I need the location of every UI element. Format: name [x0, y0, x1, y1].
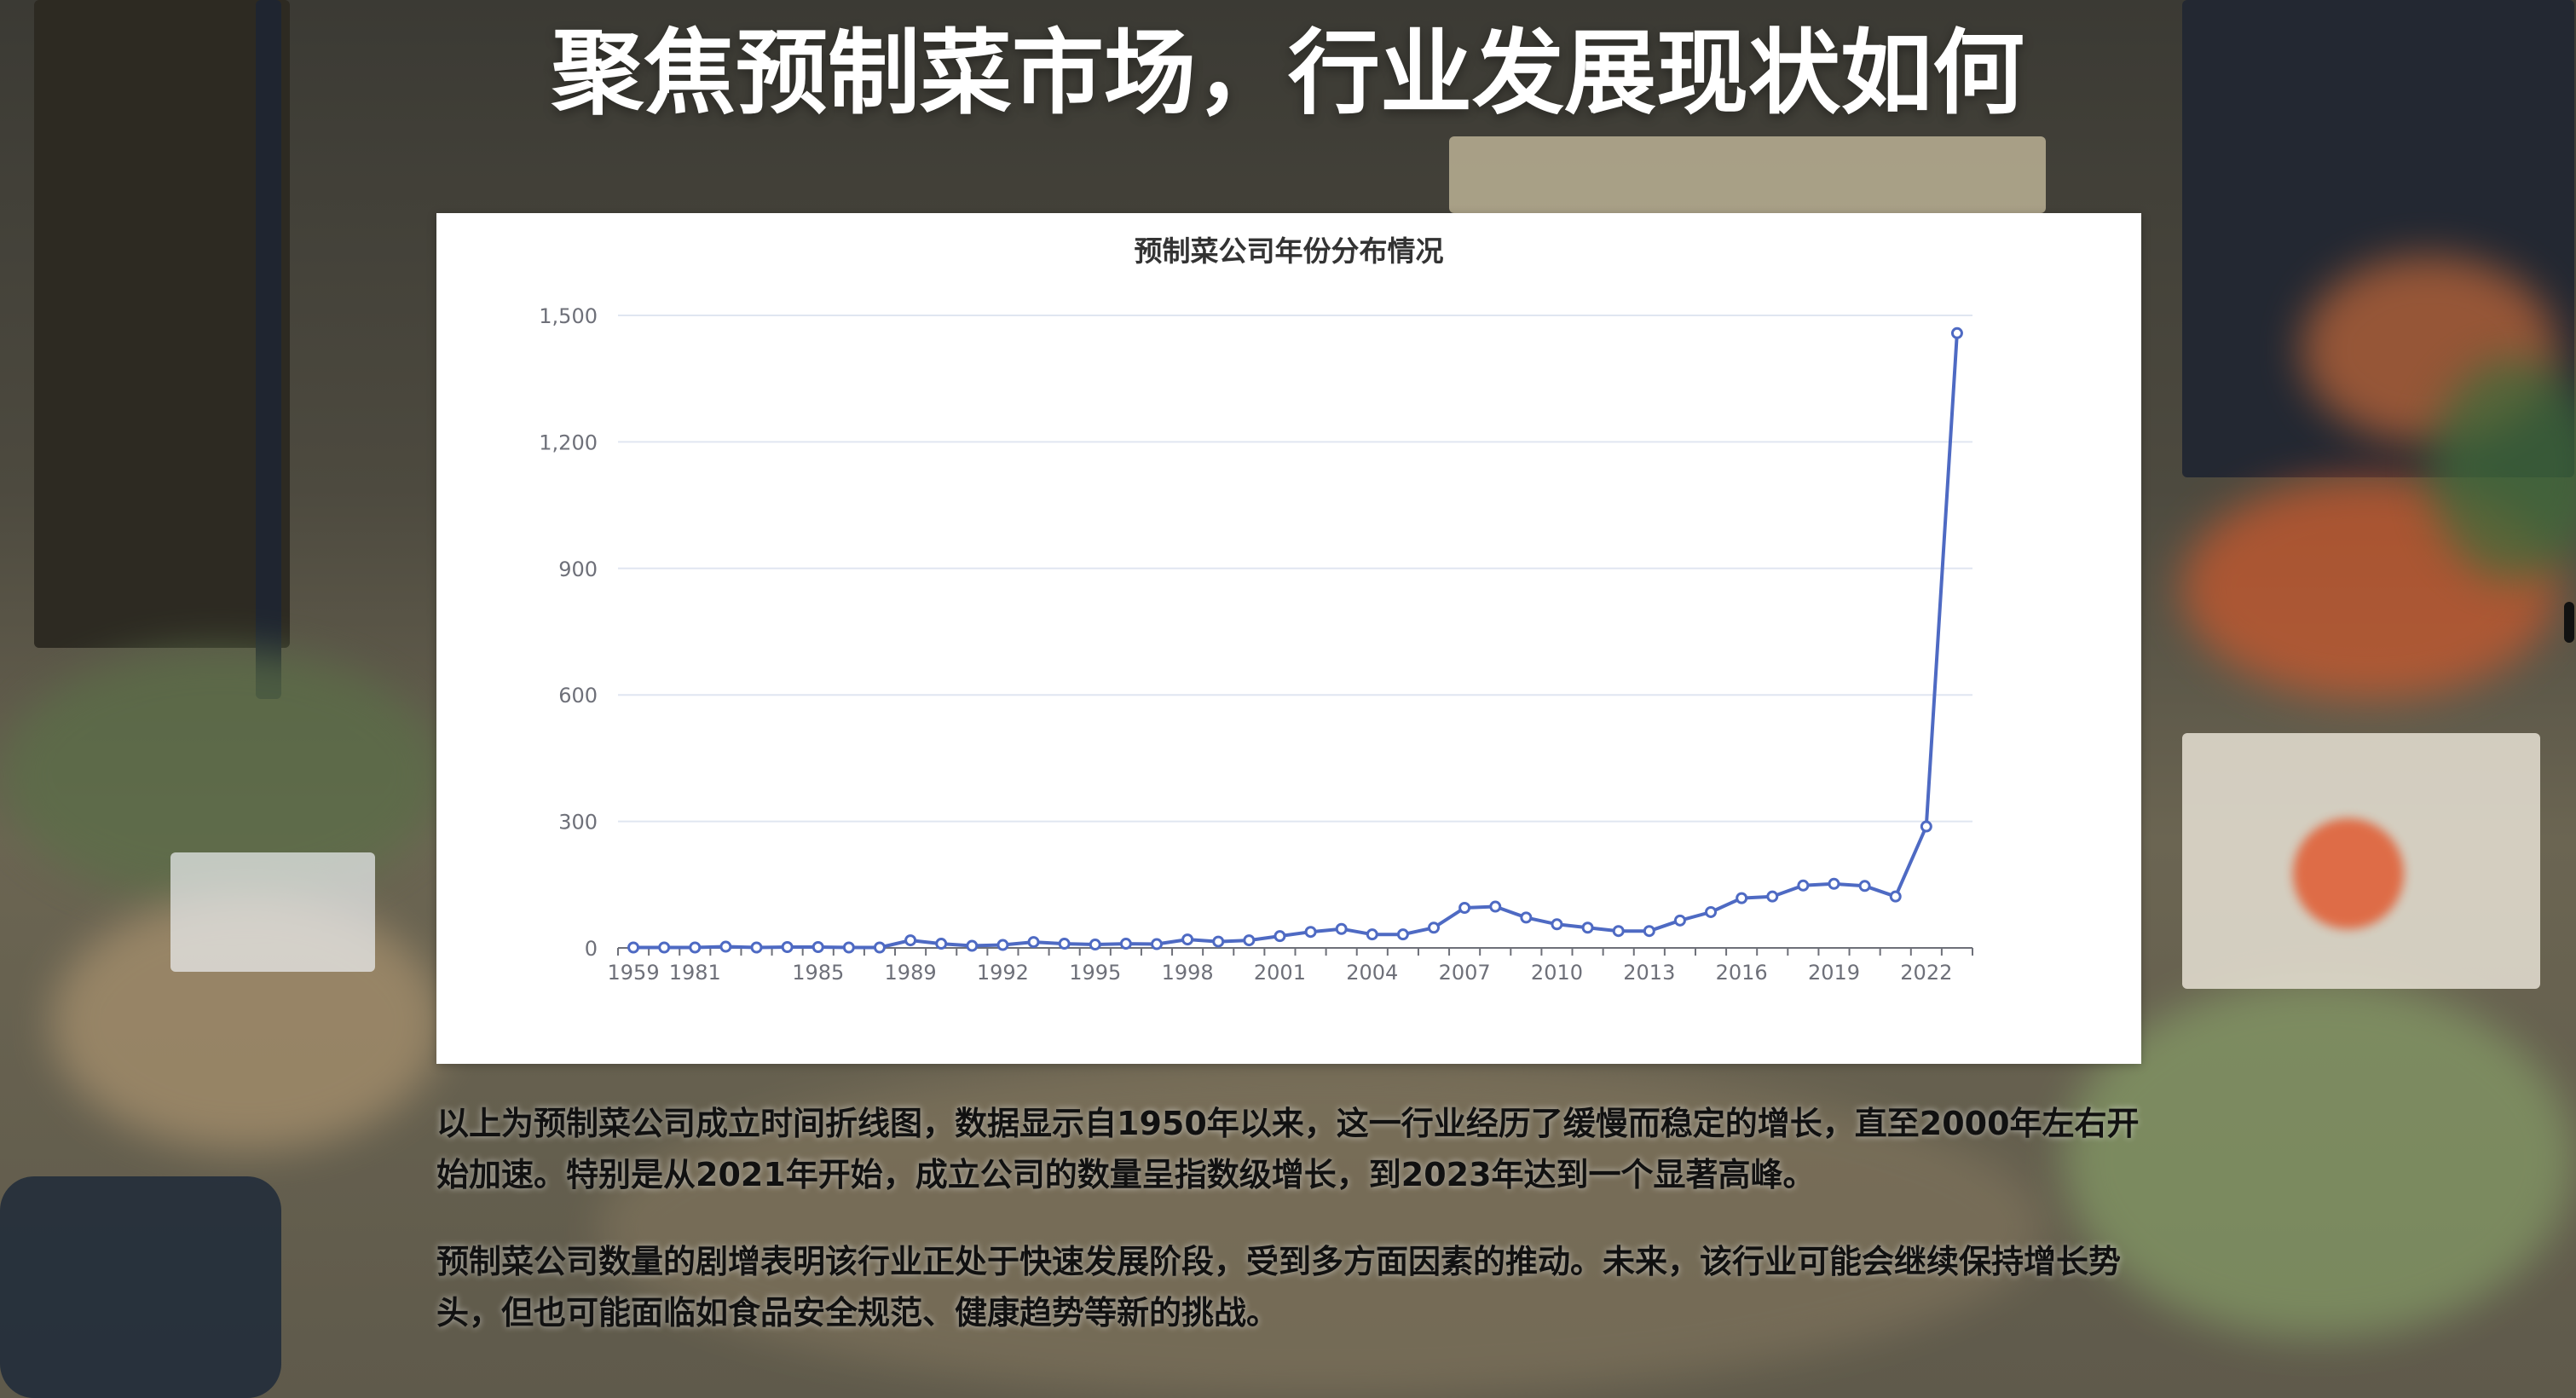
x-tick-label: 2022	[1900, 961, 1952, 985]
x-tick-label: 2007	[1439, 961, 1491, 985]
x-axis: 1959 1981 1985 1989 1992 1995 1998 2001 2004 2007…	[608, 947, 1973, 985]
y-axis-ticks: 0 300 600 900 1,200 1,500	[539, 304, 598, 961]
data-point[interactable]	[811, 941, 824, 954]
data-point[interactable]	[1489, 900, 1502, 913]
data-point[interactable]	[689, 941, 702, 954]
y-tick-label: 1,500	[539, 304, 598, 328]
data-point[interactable]	[1612, 925, 1625, 938]
x-tick-label: 1989	[885, 961, 937, 985]
x-tick-label: 1992	[977, 961, 1029, 985]
data-point[interactable]	[842, 941, 855, 954]
line-chart: 预制菜公司年份分布情况 0 300 600 900 1,200 1,500 1959 198…	[539, 234, 1973, 985]
series-line	[633, 332, 1959, 950]
data-point[interactable]	[935, 938, 948, 950]
data-point[interactable]	[1643, 925, 1655, 938]
data-point[interactable]	[1212, 935, 1225, 948]
data-point[interactable]	[1705, 905, 1718, 918]
data-point[interactable]	[1797, 879, 1810, 892]
data-point[interactable]	[1304, 926, 1317, 939]
data-point[interactable]	[1920, 820, 1932, 833]
data-point[interactable]	[1274, 930, 1286, 943]
data-point[interactable]	[1119, 938, 1132, 950]
data-point[interactable]	[1520, 911, 1533, 924]
data-point[interactable]	[1150, 938, 1163, 950]
description-paragraph-1: 以上为预制菜公司成立时间折线图，数据显示自1950年以来，这一行业经历了缓慢而稳…	[436, 1105, 2140, 1193]
x-tick-label: 2019	[1808, 961, 1860, 985]
x-tick-label: 1998	[1162, 961, 1214, 985]
chart-title: 预制菜公司年份分布情况	[1135, 234, 1444, 268]
data-point[interactable]	[1551, 918, 1563, 931]
data-point[interactable]	[1858, 880, 1871, 893]
data-point[interactable]	[1366, 928, 1378, 941]
x-tick-label: 1995	[1069, 961, 1121, 985]
data-point[interactable]	[966, 939, 979, 952]
data-point[interactable]	[627, 941, 640, 954]
data-point[interactable]	[1581, 921, 1594, 934]
x-tick-label: 1981	[669, 961, 721, 985]
chart-series	[627, 326, 1963, 954]
data-point[interactable]	[1766, 890, 1779, 903]
data-point[interactable]	[1396, 928, 1409, 941]
scrollbar-handle[interactable]	[2564, 602, 2574, 643]
x-tick-label: 1985	[792, 961, 844, 985]
data-point[interactable]	[1027, 936, 1040, 949]
x-tick-label: 2016	[1716, 961, 1768, 985]
y-tick-label: 300	[558, 811, 598, 835]
data-point[interactable]	[750, 941, 763, 954]
y-tick-label: 1,200	[539, 430, 598, 454]
data-point[interactable]	[1458, 902, 1471, 915]
data-point[interactable]	[1673, 914, 1686, 927]
data-point[interactable]	[1243, 934, 1256, 947]
data-point[interactable]	[996, 939, 1009, 951]
x-tick-label: 2010	[1531, 961, 1583, 985]
data-point[interactable]	[1828, 877, 1840, 890]
data-point[interactable]	[1428, 921, 1441, 934]
x-tick-label: 2001	[1254, 961, 1306, 985]
chart-gridlines	[618, 315, 1972, 823]
x-tick-label: 1959	[608, 961, 660, 985]
data-point[interactable]	[1889, 890, 1902, 903]
data-point[interactable]	[1736, 892, 1748, 904]
data-point[interactable]	[904, 934, 917, 947]
x-tick-label: 2013	[1623, 961, 1675, 985]
x-tick-label: 2004	[1346, 961, 1398, 985]
data-point[interactable]	[1058, 938, 1071, 950]
data-point[interactable]	[1089, 939, 1101, 951]
data-point[interactable]	[1181, 933, 1194, 946]
description-paragraph-2: 预制菜公司数量的剧增表明该行业正处于快速发展阶段，受到多方面因素的推动。未来，该…	[436, 1243, 2122, 1332]
data-point[interactable]	[781, 941, 794, 954]
data-point[interactable]	[1950, 326, 1963, 339]
y-tick-label: 900	[558, 557, 598, 581]
y-tick-label: 600	[558, 684, 598, 708]
data-point[interactable]	[719, 940, 732, 953]
page-title: 聚焦预制菜市场，行业发展现状如何	[551, 20, 2024, 127]
chart-card: 预制菜公司年份分布情况 0 300 600 900 1,200 1,500 1959 198…	[436, 213, 2141, 1064]
y-tick-label: 0	[585, 937, 598, 961]
data-point[interactable]	[658, 941, 671, 954]
data-point[interactable]	[873, 941, 886, 954]
data-point[interactable]	[1335, 922, 1348, 935]
